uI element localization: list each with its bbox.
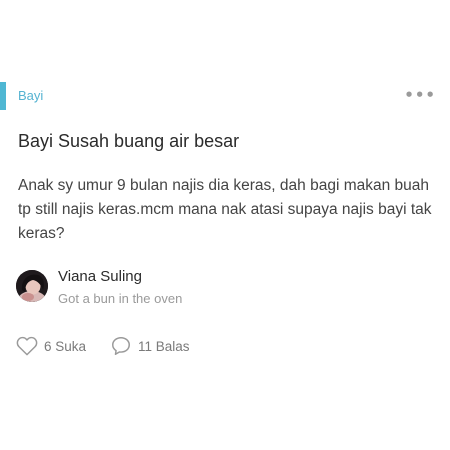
avatar-image xyxy=(16,270,48,302)
category-label[interactable]: Bayi xyxy=(18,88,43,103)
post-body: Anak sy umur 9 bulan najis dia keras, da… xyxy=(18,177,432,242)
like-count: 6 Suka xyxy=(44,338,87,354)
post-title[interactable]: Bayi Susah buang air besar xyxy=(18,131,239,152)
heart-icon xyxy=(16,336,38,356)
comment-icon xyxy=(110,335,132,357)
reply-count: 11 Balas xyxy=(138,338,190,354)
category-accent-bar xyxy=(0,82,6,110)
author-info: Viana Suling Got a bun in the oven xyxy=(16,266,316,310)
post-card: Bayi ••• Bayi Susah buang air besar Anak… xyxy=(0,0,450,450)
author-name[interactable]: Viana Suling xyxy=(58,268,142,285)
avatar[interactable] xyxy=(16,270,48,302)
author-status: Got a bun in the oven xyxy=(58,291,183,306)
reply-button[interactable]: 11 Balas xyxy=(110,334,190,358)
post-actions: 6 Suka 11 Balas xyxy=(16,334,316,358)
more-horizontal-icon[interactable]: ••• xyxy=(404,86,436,104)
category-header: Bayi ••• xyxy=(0,82,450,110)
like-button[interactable]: 6 Suka xyxy=(16,334,86,358)
